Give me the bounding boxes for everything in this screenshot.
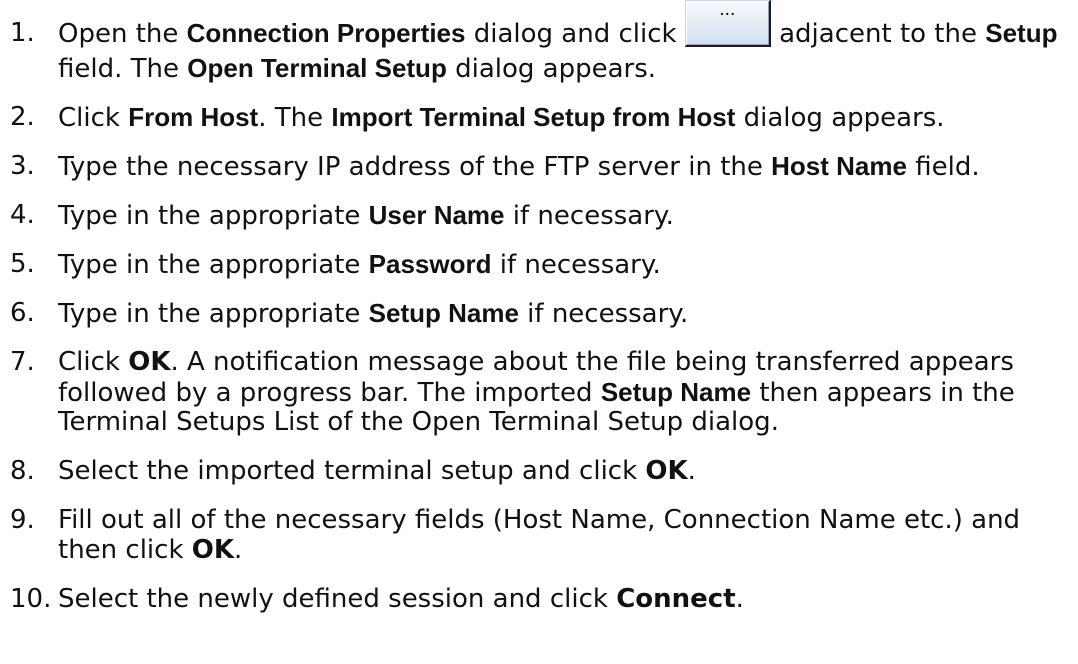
step-text: . A notification message about the file … — [170, 347, 1014, 377]
step-text: Type in the appropriate — [58, 250, 369, 280]
step-2: 2. Click From Host. The Import Terminal … — [0, 102, 1078, 133]
step-text: Click — [58, 103, 129, 133]
bold-term: OK — [191, 535, 235, 565]
step-text: Open the — [58, 19, 187, 49]
bold-term: Setup Name — [368, 298, 519, 328]
bold-term: OK — [128, 347, 171, 377]
step-1: 1. Open the Connection Properties dialog… — [0, 0, 1078, 84]
instructions-document: 1. Open the Connection Properties dialog… — [0, 0, 1078, 614]
step-text: if necessary. — [504, 201, 674, 231]
step-line: Select the newly defined session and cli… — [58, 584, 1078, 614]
bold-term: Setup Name — [600, 377, 752, 407]
step-number: 5. — [10, 249, 35, 279]
bold-term: OK — [645, 456, 688, 486]
step-line: Type the necessary IP address of the FTP… — [58, 151, 1078, 182]
step-text: Fill out all of the necessary fields (Ho… — [58, 505, 1021, 535]
setup-browse-button: ... — [684, 0, 771, 47]
step-text: dialog and click — [465, 19, 685, 49]
step-number: 2. — [10, 102, 35, 132]
bold-term: Host Name — [771, 151, 907, 181]
step-number: 7. — [10, 347, 35, 377]
bold-term: Connection Properties — [186, 18, 466, 48]
setup-button-image: ... — [684, 0, 771, 48]
bold-term: From Host — [128, 102, 259, 132]
step-text: then click — [58, 535, 192, 565]
step-number: 8. — [10, 456, 35, 486]
step-9: 9. Fill out all of the necessary fields … — [0, 505, 1078, 565]
step-line: Type in the appropriate User Name if nec… — [58, 200, 1078, 231]
step-number: 3. — [10, 151, 35, 181]
step-text: then appears in the — [751, 378, 1015, 408]
ellipsis-icon: ... — [719, 0, 736, 20]
step-8: 8. Select the imported terminal setup an… — [0, 456, 1078, 486]
step-number: 6. — [10, 298, 35, 328]
bold-term: Connect — [616, 584, 736, 614]
step-text: . — [735, 584, 744, 614]
step-line: Select the imported terminal setup and c… — [58, 456, 1078, 486]
step-text: Type in the appropriate — [58, 299, 369, 329]
step-text: if necessary. — [518, 299, 689, 329]
step-text: Type in the appropriate — [58, 201, 369, 231]
step-line: Open the Connection Properties dialog an… — [58, 0, 1078, 49]
step-text: dialog appears. — [446, 54, 657, 84]
step-text: Click — [58, 347, 129, 377]
step-line: Click OK. A notification message about t… — [58, 347, 1078, 377]
step-text: dialog appears. — [735, 103, 945, 133]
step-text: followed by a progress bar. The imported — [58, 378, 601, 408]
step-number: 4. — [10, 200, 35, 230]
step-line: followed by a progress bar. The imported… — [58, 377, 1078, 408]
step-line: Terminal Setups List of the Open Termina… — [58, 407, 1078, 437]
step-4: 4. Type in the appropriate User Name if … — [0, 200, 1078, 231]
step-text: Type the necessary IP address of the FTP… — [58, 152, 772, 182]
step-line: Click From Host. The Import Terminal Set… — [58, 102, 1078, 133]
bold-term: Open Terminal Setup — [187, 53, 447, 83]
bold-term: User Name — [368, 200, 505, 230]
step-line: Fill out all of the necessary fields (Ho… — [58, 505, 1078, 535]
step-text: if necessary. — [491, 250, 661, 280]
step-10: 10. Select the newly defined session and… — [0, 584, 1078, 614]
step-text: field. — [906, 152, 980, 182]
step-text: Terminal Setups List of the Open Termina… — [58, 407, 779, 437]
bold-term: Import Terminal Setup from Host — [331, 102, 736, 132]
step-text: . — [234, 535, 243, 565]
step-text: Select the newly defined session and cli… — [58, 584, 617, 614]
step-line: Type in the appropriate Password if nece… — [58, 249, 1078, 280]
step-text: . The — [258, 103, 332, 133]
step-number: 1. — [10, 18, 35, 48]
step-line: then click OK. — [58, 535, 1078, 565]
step-number: 10. — [10, 584, 52, 614]
step-3: 3. Type the necessary IP address of the … — [0, 151, 1078, 182]
step-text: adjacent to the — [770, 19, 986, 49]
step-text: Select the imported terminal setup and c… — [58, 456, 646, 486]
bold-term: Setup — [985, 18, 1058, 48]
step-number: 9. — [10, 505, 35, 535]
step-5: 5. Type in the appropriate Password if n… — [0, 249, 1078, 280]
step-text: field. The — [58, 54, 188, 84]
step-6: 6. Type in the appropriate Setup Name if… — [0, 298, 1078, 329]
step-line: field. The Open Terminal Setup dialog ap… — [58, 53, 1078, 84]
step-text: . — [687, 456, 696, 486]
step-line: Type in the appropriate Setup Name if ne… — [58, 298, 1078, 329]
bold-term: Password — [368, 249, 492, 279]
step-7: 7. Click OK. A notification message abou… — [0, 347, 1078, 437]
